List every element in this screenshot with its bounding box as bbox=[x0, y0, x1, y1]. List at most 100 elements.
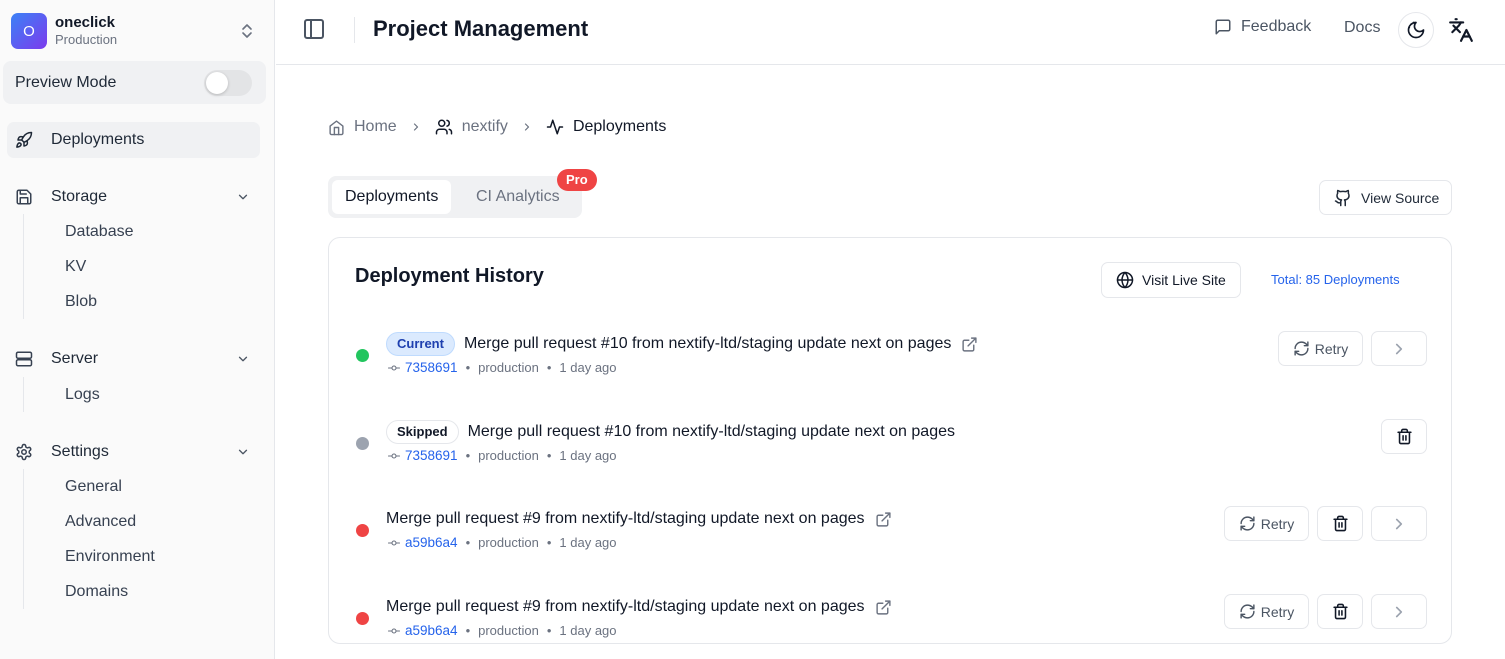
tab-deployments[interactable]: Deployments bbox=[332, 180, 452, 214]
retry-button[interactable]: Retry bbox=[1278, 331, 1363, 366]
deployment-time: 1 day ago bbox=[559, 535, 617, 550]
sidebar-item-kv[interactable]: KV bbox=[24, 249, 134, 284]
commit-message[interactable]: Merge pull request #9 from nextify-ltd/s… bbox=[386, 510, 865, 528]
status-dot bbox=[356, 612, 369, 625]
sidebar-item-environment[interactable]: Environment bbox=[24, 539, 155, 574]
commit-message[interactable]: Merge pull request #10 from nextify-ltd/… bbox=[464, 335, 951, 353]
deployment-row: Current Merge pull request #10 from next… bbox=[329, 331, 1451, 401]
view-source-button[interactable]: View Source bbox=[1319, 180, 1452, 215]
sidebar-group-label: Settings bbox=[51, 443, 109, 460]
message-square-icon bbox=[1215, 19, 1231, 35]
deployment-environment: production bbox=[478, 623, 539, 638]
deployment-row: Merge pull request #9 from nextify-ltd/s… bbox=[329, 594, 1451, 643]
card-title: Deployment History bbox=[355, 265, 544, 287]
chevron-right-icon bbox=[1395, 606, 1403, 617]
server-icon bbox=[15, 350, 33, 368]
deployment-row: Merge pull request #9 from nextify-ltd/s… bbox=[329, 506, 1451, 576]
retry-label: Retry bbox=[1260, 603, 1295, 620]
visit-live-site-button[interactable]: Visit Live Site bbox=[1101, 262, 1241, 298]
commit-sha[interactable]: a59b6a4 bbox=[405, 623, 458, 638]
sidebar-item-deployments[interactable]: Deployments bbox=[7, 122, 260, 158]
preview-mode-label: Preview Mode bbox=[15, 73, 117, 91]
sidebar-item-database[interactable]: Database bbox=[24, 214, 134, 249]
breadcrumb-current: Deployments bbox=[546, 118, 666, 136]
breadcrumb-label: Home bbox=[354, 118, 397, 135]
meta-separator: • bbox=[546, 448, 552, 463]
view-details-button[interactable] bbox=[1371, 594, 1427, 629]
trash-icon bbox=[1332, 603, 1348, 620]
view-details-button[interactable] bbox=[1371, 506, 1427, 541]
commit-sha[interactable]: a59b6a4 bbox=[405, 535, 458, 550]
row-actions bbox=[1381, 419, 1427, 454]
meta-separator: • bbox=[546, 360, 552, 375]
sidebar-group-settings[interactable]: Settings bbox=[7, 436, 260, 468]
breadcrumb-label: Deployments bbox=[572, 118, 667, 135]
sidebar-item-logs[interactable]: Logs bbox=[24, 377, 100, 412]
sidebar-group-label: Storage bbox=[51, 188, 108, 205]
meta-separator: • bbox=[465, 535, 471, 550]
chevrons-up-down-icon bbox=[239, 22, 255, 40]
toggle-knob bbox=[206, 72, 228, 94]
gear-icon bbox=[15, 443, 33, 461]
meta-separator: • bbox=[546, 623, 552, 638]
external-link-icon[interactable] bbox=[875, 599, 892, 616]
retry-button[interactable]: Retry bbox=[1224, 594, 1309, 629]
delete-button[interactable] bbox=[1381, 419, 1427, 454]
total-deployments[interactable]: Total: 85 Deployments bbox=[1271, 272, 1400, 287]
language-icon[interactable] bbox=[1448, 17, 1474, 43]
feedback-label: Feedback bbox=[1241, 18, 1312, 35]
sidebar-item-domains[interactable]: Domains bbox=[24, 574, 155, 609]
sidebar-item-general[interactable]: General bbox=[24, 469, 155, 504]
docs-link[interactable]: Docs bbox=[1344, 19, 1380, 37]
external-link-icon[interactable] bbox=[875, 511, 892, 528]
breadcrumb-project[interactable]: nextify bbox=[435, 118, 508, 136]
commit-sha[interactable]: 7358691 bbox=[405, 360, 458, 375]
commit-message[interactable]: Merge pull request #10 from nextify-ltd/… bbox=[468, 423, 955, 441]
tab-ci-analytics[interactable]: CI Analytics bbox=[463, 180, 573, 214]
meta-separator: • bbox=[465, 623, 471, 638]
git-commit-icon bbox=[388, 362, 400, 374]
meta-separator: • bbox=[465, 448, 471, 463]
sidebar-item-advanced[interactable]: Advanced bbox=[24, 504, 155, 539]
sidebar-group-storage[interactable]: Storage bbox=[7, 181, 260, 213]
status-badge: Current bbox=[386, 332, 455, 356]
home-icon bbox=[329, 119, 344, 135]
deployment-time: 1 day ago bbox=[559, 448, 617, 463]
theme-toggle-button[interactable] bbox=[1398, 12, 1434, 48]
preview-mode-toggle[interactable] bbox=[204, 70, 252, 96]
chevron-right-icon bbox=[521, 121, 533, 133]
visit-live-site-label: Visit Live Site bbox=[1142, 272, 1226, 288]
view-details-button[interactable] bbox=[1371, 331, 1427, 366]
deployment-environment: production bbox=[478, 360, 539, 375]
commit-sha[interactable]: 7358691 bbox=[405, 448, 458, 463]
top-header: Project Management Feedback Docs bbox=[276, 0, 1505, 65]
chevron-right-icon bbox=[1395, 518, 1403, 529]
tab-list: Deployments CI Analytics bbox=[328, 176, 582, 218]
deployment-row: Skipped Merge pull request #10 from next… bbox=[329, 419, 1451, 489]
deployment-time: 1 day ago bbox=[559, 623, 617, 638]
sidebar-group-label: Server bbox=[51, 350, 99, 367]
commit-message[interactable]: Merge pull request #9 from nextify-ltd/s… bbox=[386, 598, 865, 616]
org-name: oneclick bbox=[55, 14, 116, 31]
chevron-down-icon bbox=[236, 352, 250, 366]
org-switcher[interactable]: O oneclick Production bbox=[11, 12, 261, 50]
feedback-button[interactable]: Feedback bbox=[1214, 18, 1311, 36]
external-link-icon[interactable] bbox=[961, 336, 978, 353]
delete-button[interactable] bbox=[1317, 594, 1363, 629]
breadcrumb-home[interactable]: Home bbox=[328, 118, 397, 136]
deployment-environment: production bbox=[478, 535, 539, 550]
pro-badge: Pro bbox=[557, 169, 597, 191]
sidebar-toggle-icon[interactable] bbox=[302, 17, 326, 41]
status-badge: Skipped bbox=[386, 420, 459, 444]
retry-label: Retry bbox=[1314, 340, 1349, 357]
trash-icon bbox=[1396, 428, 1412, 445]
retry-button[interactable]: Retry bbox=[1224, 506, 1309, 541]
git-commit-icon bbox=[388, 450, 400, 462]
sidebar-item-blob[interactable]: Blob bbox=[24, 284, 134, 319]
sidebar-group-server[interactable]: Server bbox=[7, 343, 260, 375]
preview-mode-row: Preview Mode bbox=[3, 61, 266, 104]
chevron-right-icon bbox=[410, 121, 422, 133]
org-environment: Production bbox=[55, 32, 118, 47]
delete-button[interactable] bbox=[1317, 506, 1363, 541]
deployment-environment: production bbox=[478, 448, 539, 463]
